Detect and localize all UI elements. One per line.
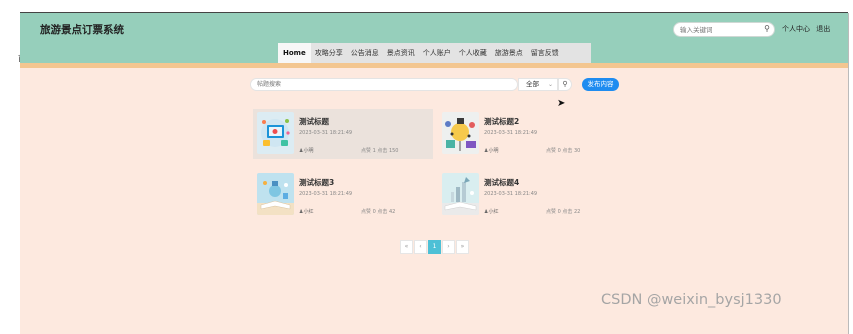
main-nav: Home 攻略分享 公告消息 景点资讯 个人账户 个人收藏 旅游景点 留言反馈	[278, 43, 591, 63]
post-stats: 点赞 0 点击 30	[546, 148, 581, 154]
nav-item-account[interactable]: 个人账户	[419, 43, 455, 63]
user-links: 个人中心 退出	[782, 24, 834, 34]
nav-item-home[interactable]: Home	[278, 43, 311, 63]
post-author: ♟小明	[484, 148, 499, 154]
post-search-field[interactable]	[250, 78, 518, 91]
next-page-button[interactable]: ›	[442, 240, 455, 254]
post-author: ♟小红	[299, 209, 314, 215]
nav-item-attractions[interactable]: 旅游景点	[491, 43, 527, 63]
post-card[interactable]: 测试标题 2023-03-31 18:21:49 ♟小明 点赞 1 点击 150	[253, 109, 433, 159]
post-thumbnail	[442, 173, 479, 215]
post-title[interactable]: 测试标题4	[484, 177, 519, 188]
post-title[interactable]: 测试标题2	[484, 116, 519, 127]
first-page-button[interactable]: «	[400, 240, 413, 254]
pagination: « ‹ 1 › »	[400, 240, 469, 254]
nav-item-guides[interactable]: 攻略分享	[311, 43, 347, 63]
chevron-down-icon: ⌄	[547, 81, 553, 88]
mouse-cursor-icon: ➤	[557, 98, 566, 109]
nav-item-news[interactable]: 景点资讯	[383, 43, 419, 63]
nav-item-favorites[interactable]: 个人收藏	[455, 43, 491, 63]
category-select[interactable]: 全部 ⌄	[518, 78, 558, 91]
user-center-link[interactable]: 个人中心	[782, 25, 810, 33]
post-title[interactable]: 测试标题3	[299, 177, 334, 188]
last-page-button[interactable]: »	[456, 240, 469, 254]
page-frame: 旅游景点订票系统 ⚲ 个人中心 退出 Home 攻略分享 公告消息 景点资讯 个…	[20, 13, 848, 334]
post-card[interactable]: 测试标题4 2023-03-31 18:21:49 ♟小红 点赞 0 点击 22	[438, 170, 618, 220]
site-title: 旅游景点订票系统	[40, 24, 124, 36]
prev-page-button[interactable]: ‹	[414, 240, 427, 254]
csdn-watermark: CSDN @weixin_bysj1330	[601, 292, 782, 308]
site-header: 旅游景点订票系统 ⚲ 个人中心 退出 Home 攻略分享 公告消息 景点资讯 个…	[20, 13, 848, 63]
post-thumbnail	[257, 112, 294, 154]
search-icon[interactable]: ⚲	[764, 24, 770, 33]
page-button-current[interactable]: 1	[428, 240, 441, 254]
window-right-border	[848, 13, 849, 334]
post-date: 2023-03-31 18:21:49	[299, 191, 353, 197]
post-author: ♟小明	[299, 148, 314, 154]
post-title[interactable]: 测试标题	[299, 116, 329, 127]
post-stats: 点赞 1 点击 150	[361, 148, 399, 154]
header-search[interactable]: ⚲	[673, 22, 775, 37]
post-thumbnail	[442, 112, 479, 154]
post-date: 2023-03-31 18:21:49	[484, 191, 538, 197]
post-date: 2023-03-31 18:21:49	[484, 130, 538, 136]
logout-link[interactable]: 退出	[816, 25, 830, 33]
category-select-value: 全部	[526, 80, 539, 88]
post-stats: 点赞 0 点击 42	[361, 209, 396, 215]
post-date: 2023-03-31 18:21:49	[299, 130, 353, 136]
post-search-input[interactable]	[257, 79, 457, 90]
post-author: ♟小红	[484, 209, 499, 215]
post-card[interactable]: 测试标题2 2023-03-31 18:21:49 ♟小明 点赞 0 点击 30	[438, 109, 618, 159]
post-stats: 点赞 0 点击 22	[546, 209, 581, 215]
publish-button[interactable]: 发布内容	[582, 78, 619, 91]
nav-item-notices[interactable]: 公告消息	[347, 43, 383, 63]
header-search-input[interactable]	[680, 23, 760, 36]
post-thumbnail	[257, 173, 294, 215]
nav-item-feedback[interactable]: 留言反馈	[527, 43, 563, 63]
post-card[interactable]: 测试标题3 2023-03-31 18:21:49 ♟小红 点赞 0 点击 42	[253, 170, 433, 220]
search-icon[interactable]: ⚲	[558, 78, 572, 91]
accent-bar	[20, 63, 848, 68]
